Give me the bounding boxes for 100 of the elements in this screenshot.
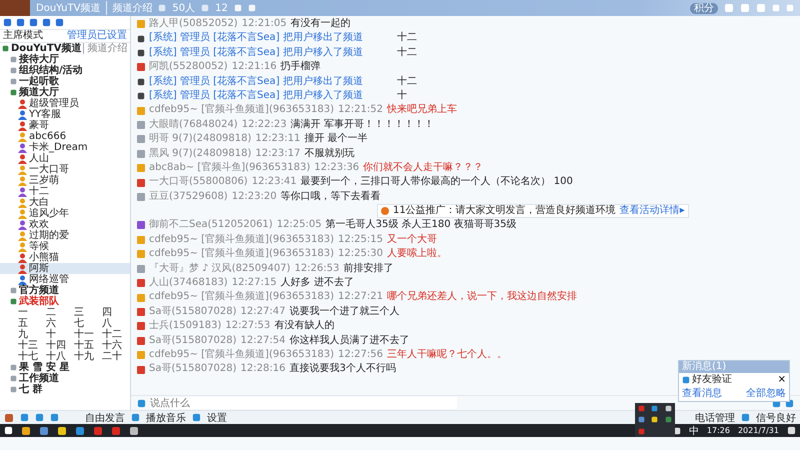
message-text: 人要嗦上啦。 xyxy=(386,247,447,262)
sub-channel[interactable]: 八 xyxy=(102,318,130,329)
message-text: 直接说要我3个人不行吗 xyxy=(289,362,396,376)
user-row[interactable]: 大白 xyxy=(0,197,130,208)
popup-title: 新消息(1) xyxy=(679,361,789,373)
channel-name[interactable]: 七 群 xyxy=(19,384,42,395)
message-text: 你们就不会人走干嘛？？？ xyxy=(363,161,484,176)
user-row[interactable]: 等候 xyxy=(0,241,130,252)
user-row[interactable]: 十二 xyxy=(0,186,130,197)
phone-button[interactable]: 电话管理 xyxy=(695,410,735,424)
channel-label: 十二 xyxy=(396,31,417,46)
sub-channel[interactable]: 十五 xyxy=(74,340,102,351)
sub-channel[interactable]: 十二 xyxy=(102,329,130,340)
user-row[interactable]: 人山 xyxy=(0,153,130,164)
message-time: 12:23:36 xyxy=(314,161,360,176)
input-language[interactable]: 中 xyxy=(688,424,699,438)
clock-time[interactable]: 17:26 xyxy=(706,426,730,435)
message-time: 12:27:54 xyxy=(240,334,286,348)
message-time: 12:23:41 xyxy=(252,175,297,190)
message-text: 等你口哦，等下去看看 xyxy=(280,190,381,204)
user-row[interactable]: 三岁萌 xyxy=(0,175,130,186)
close-button[interactable]: × xyxy=(778,374,786,386)
sub-channel[interactable]: 十三 xyxy=(18,340,46,351)
member-count: 12 xyxy=(215,2,228,14)
sub-channel[interactable]: 七 xyxy=(74,318,102,329)
popup-item[interactable]: 好友验证 xyxy=(692,374,732,386)
clock-date[interactable]: 2021/7/31 xyxy=(738,426,779,435)
channel-name[interactable]: 组织结构/活动 xyxy=(19,65,83,76)
sub-channel[interactable]: 二 xyxy=(46,307,74,318)
message-time: 12:26:53 xyxy=(294,262,340,276)
message-text: 不服就别玩 xyxy=(304,146,354,161)
message-time: 12:28:16 xyxy=(240,362,286,376)
notice-text: 11公益推广：请大家文明发言，营造良好频道环境 xyxy=(393,205,616,218)
mode-label[interactable]: 主席模式 xyxy=(3,30,43,42)
user-row[interactable]: 豪哥 xyxy=(0,120,130,131)
ignore-all-link[interactable]: 全部忽略 xyxy=(746,388,786,400)
message-text: 快来吧兄弟上车 xyxy=(386,103,457,118)
channel-name[interactable]: 官方频道 xyxy=(19,285,59,296)
user-row[interactable]: 一大口哥 xyxy=(0,164,130,175)
message-time: 12:27:56 xyxy=(338,348,383,362)
user-row[interactable]: 小熊猫 xyxy=(0,252,130,263)
message-text: 满满开 军事开哥！！！！！！！ xyxy=(290,118,434,132)
sub-channel[interactable]: 十九 xyxy=(74,351,102,362)
music-button[interactable]: 播放音乐 xyxy=(146,410,186,424)
system-message: [系统] 管理员 [花落不言Sea] 把用户移入了频道 xyxy=(149,46,363,60)
sub-channel[interactable]: 十一 xyxy=(74,329,102,340)
message-text: 有没有缺人的 xyxy=(274,319,334,334)
sub-channel[interactable]: 十六 xyxy=(102,340,130,351)
sub-channel[interactable]: 一 xyxy=(18,307,46,318)
user-row[interactable]: 超级管理员 xyxy=(0,98,130,109)
settings-button[interactable]: 设置 xyxy=(207,410,227,424)
sub-channel[interactable]: 十七 xyxy=(18,351,46,362)
channel-name[interactable]: 果 雪 安 星 xyxy=(19,362,70,373)
user-row[interactable]: 卡米_Dream xyxy=(0,142,130,153)
message-time: 12:27:47 xyxy=(240,304,286,319)
channel-name[interactable]: 工作频道 xyxy=(19,373,59,384)
sub-channel[interactable]: 十四 xyxy=(46,340,74,351)
message-text: 前排安排了 xyxy=(343,262,394,276)
message-time: 12:21:05 xyxy=(242,17,287,31)
user-row[interactable]: 网络巡管 xyxy=(0,274,130,285)
message-text: 哪个兄弟还差人，说一下，我这边自然安排 xyxy=(386,290,577,304)
channel-name[interactable]: 频道大厅 xyxy=(19,87,59,98)
system-message: [系统] 管理员 [花落不言Sea] 把用户移出了频道 xyxy=(149,74,363,89)
system-message: [系统] 管理员 [花落不言Sea] 把用户移入了频道 xyxy=(149,89,363,104)
window-title: DouYuTV频道 xyxy=(36,2,100,15)
channel-name[interactable]: 一起听歌 xyxy=(19,76,59,87)
sub-channel[interactable]: 四 xyxy=(102,307,130,318)
channel-name[interactable]: 接待大厅 xyxy=(19,54,59,65)
user-row[interactable]: 阿斯 xyxy=(0,263,130,274)
message-time: 12:25:15 xyxy=(338,232,383,247)
channel-tag: 频道介绍 xyxy=(83,43,128,54)
sub-channel[interactable]: 十 xyxy=(46,329,74,340)
speak-mode-button[interactable]: 自由发言 xyxy=(85,410,125,424)
notice-link[interactable]: 查看活动详情▸ xyxy=(620,205,685,218)
message-text: 撞开 最个一半 xyxy=(304,132,368,146)
view-messages-link[interactable]: 查看消息 xyxy=(682,388,722,400)
message-text: 你这样我人员满了进不去了 xyxy=(289,334,410,348)
mode-link[interactable]: 管理员已设置 xyxy=(67,30,127,42)
alert-icon xyxy=(381,207,389,216)
channel-name[interactable]: 武装部队 xyxy=(19,296,59,307)
user-row[interactable]: 追风少年 xyxy=(0,208,130,219)
message-text: 人好多 进不去了 xyxy=(280,276,354,290)
message-text: 有没有一起的 xyxy=(290,17,351,31)
user-row[interactable]: 欢欢 xyxy=(0,219,130,230)
message-text: 说要我一个进了就三个人 xyxy=(289,304,400,319)
user-row[interactable]: YY客服 xyxy=(0,109,130,120)
sub-channel[interactable]: 二十 xyxy=(102,351,130,362)
message-input[interactable]: 说点什么 xyxy=(150,397,457,409)
sub-channel[interactable]: 九 xyxy=(18,329,46,340)
sub-channel[interactable]: 五 xyxy=(18,318,46,329)
user-row[interactable]: abc666 xyxy=(0,131,130,142)
message-time: 12:21:52 xyxy=(338,103,383,118)
user-row[interactable]: 过期的爱 xyxy=(0,230,130,241)
sub-channel[interactable]: 三 xyxy=(74,307,102,318)
message-time: 12:27:15 xyxy=(232,276,277,290)
message-time: 12:27:53 xyxy=(225,319,270,334)
sub-channel[interactable]: 六 xyxy=(46,318,74,329)
message-time: 12:25:05 xyxy=(276,218,322,232)
channel-name[interactable]: DouYuTV频道 xyxy=(11,43,82,54)
sub-channel[interactable]: 十八 xyxy=(46,351,74,362)
